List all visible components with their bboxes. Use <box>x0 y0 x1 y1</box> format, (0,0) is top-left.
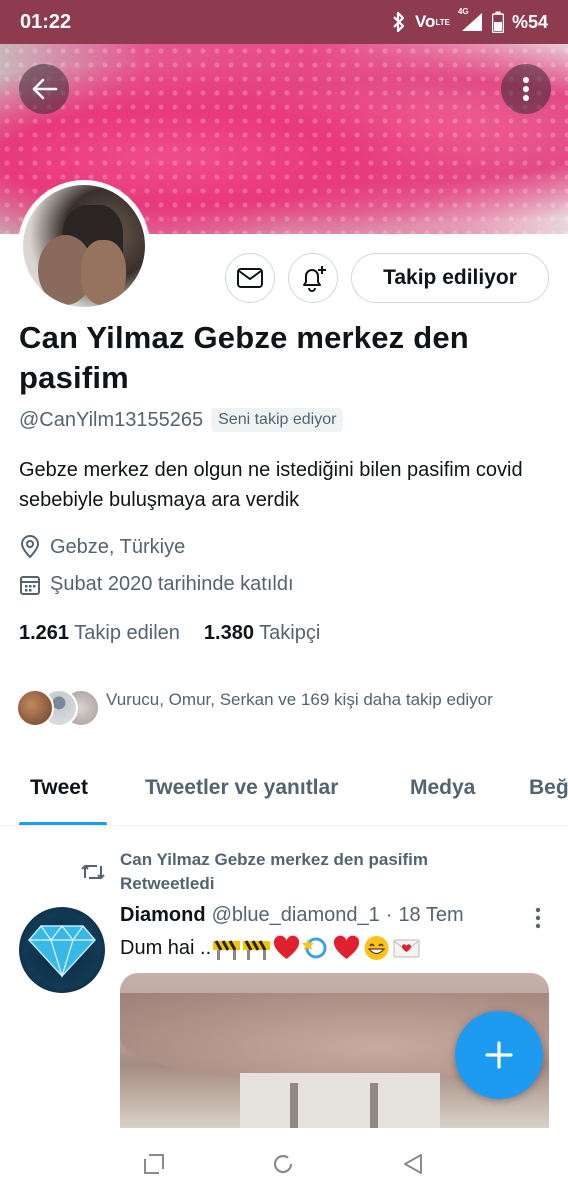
battery-icon <box>491 11 504 33</box>
follows-you-badge: Seni takip ediyor <box>211 408 344 432</box>
profile-avatar[interactable] <box>18 180 150 312</box>
home-icon[interactable] <box>271 1152 295 1176</box>
known-follower-avatars <box>16 686 100 730</box>
more-options-button[interactable] <box>501 64 551 114</box>
calendar-icon <box>20 575 40 595</box>
location-text: Gebze, Türkiye <box>50 535 186 558</box>
battery-percent: %54 <box>511 11 548 32</box>
status-time: 01:22 <box>20 10 72 33</box>
status-bar: 01:22 Vo LTE 4G %54 <box>0 0 568 44</box>
back-button[interactable] <box>19 64 69 114</box>
bell-plus-icon <box>303 266 326 292</box>
message-button[interactable] <box>225 253 275 303</box>
profile-joined: Şubat 2020 tarihinde katıldı <box>19 573 294 596</box>
diamond-icon <box>27 925 97 978</box>
grinning-face-icon <box>364 936 389 960</box>
retweet-icon <box>81 865 105 879</box>
tab-likes[interactable]: Beğ <box>529 776 568 800</box>
following-link[interactable]: 1.261 Takip edilen <box>19 622 180 645</box>
follow-counts: 1.261 Takip edilen 1.380 Takipçi <box>19 622 320 645</box>
tweet-author-name[interactable]: Diamond <box>120 904 206 927</box>
back-nav-icon[interactable] <box>401 1152 425 1176</box>
retweeted-by[interactable]: Can Yilmaz Gebze merkez den pasifim <box>120 848 428 872</box>
profile-handle: @CanYilm13155265 <box>19 408 204 431</box>
construction-barrier-icon <box>213 940 241 960</box>
construction-barrier-icon <box>243 940 271 960</box>
tweet-more-button[interactable] <box>526 904 550 932</box>
profile-bio: Gebze merkez den olgun ne istediğini bil… <box>19 459 523 511</box>
following-button[interactable]: Takip ediliyor <box>351 253 549 303</box>
tab-tweets[interactable]: Tweet <box>30 776 88 800</box>
dizzy-icon <box>302 937 327 959</box>
mail-icon <box>237 268 263 288</box>
system-navigation-bar <box>0 1128 568 1200</box>
tab-tweets-and-replies[interactable]: Tweetler ve yanıtlar <box>145 776 338 800</box>
handle-row: @CanYilm13155265 Seni takip ediyor <box>19 408 344 432</box>
known-followers-text: Vurucu, Omur, Serkan ve 169 kişi daha ta… <box>106 690 493 709</box>
red-heart-icon <box>334 935 360 959</box>
tweet-body: Dum hai .. <box>120 936 212 959</box>
retweet-indicator: Can Yilmaz Gebze merkez den pasifim Retw… <box>80 848 428 896</box>
red-heart-icon <box>274 935 300 959</box>
active-tab-indicator <box>19 822 107 825</box>
avatar <box>16 689 54 727</box>
followers-link[interactable]: 1.380 Takipçi <box>204 622 320 645</box>
signal-icon: 4G <box>458 7 484 33</box>
tab-media[interactable]: Medya <box>410 776 475 800</box>
tweet-date[interactable]: 18 Tem <box>398 904 463 927</box>
profile-display-name: Can Yilmaz Gebze merkez den pasifim <box>19 320 469 395</box>
tweet-separator: · <box>385 904 393 926</box>
volte-indicator: Vo LTE <box>414 12 450 31</box>
compose-tweet-button[interactable] <box>455 1011 543 1099</box>
tweet-header: Diamond @blue_diamond_1 · 18 Tem <box>120 904 520 927</box>
more-vertical-icon <box>535 907 541 929</box>
location-pin-icon <box>20 535 40 559</box>
more-vertical-icon <box>523 77 529 101</box>
profile-location: Gebze, Türkiye <box>19 535 185 559</box>
love-letter-icon <box>393 939 420 958</box>
tweet-author-avatar[interactable] <box>19 907 105 993</box>
status-icons: Vo LTE 4G %54 <box>391 7 548 33</box>
joined-text: Şubat 2020 tarihinde katıldı <box>50 573 294 595</box>
plus-icon <box>485 1041 513 1069</box>
profile-tabs: Tweet Tweetler ve yanıtlar Medya Beğ <box>0 758 568 826</box>
known-followers[interactable]: Vurucu, Omur, Serkan ve 169 kişi daha ta… <box>16 686 556 730</box>
retweeted-label: Retweetledi <box>120 874 215 893</box>
back-arrow-icon <box>32 78 58 100</box>
bluetooth-icon <box>393 11 405 33</box>
tweet-author-handle[interactable]: @blue_diamond_1 <box>212 904 380 927</box>
notifications-button[interactable] <box>288 253 338 303</box>
tweet-text: Dum hai .. <box>120 935 421 961</box>
recent-apps-icon[interactable] <box>143 1153 165 1175</box>
